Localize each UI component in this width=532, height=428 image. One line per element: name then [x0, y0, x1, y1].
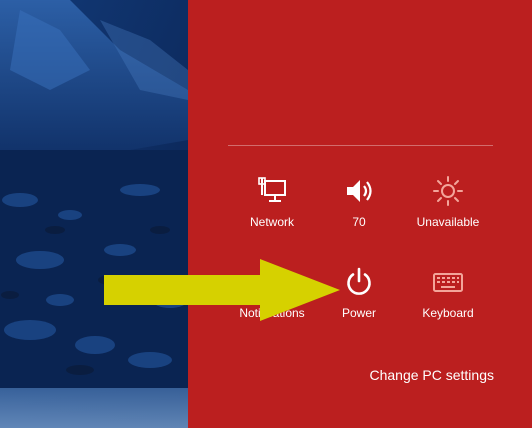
divider: [228, 145, 493, 146]
power-icon: [343, 266, 375, 298]
brightness-tile[interactable]: Unavailable: [403, 175, 493, 235]
network-label: Network: [249, 215, 294, 229]
keyboard-tile[interactable]: Keyboard: [403, 266, 493, 326]
settings-charm-panel: Network 70 Unavailable Power Keyboard Ch…: [188, 0, 532, 428]
desktop-wallpaper: [0, 0, 188, 428]
brightness-label: Unavailable: [416, 215, 480, 229]
taskbar-strip: [0, 388, 188, 428]
volume-label: 70: [352, 215, 366, 229]
yellow-arrow-right-icon: [104, 259, 340, 321]
brightness-sun-icon: [432, 175, 464, 207]
keyboard-label: Keyboard: [422, 306, 474, 320]
network-tile[interactable]: Network: [227, 175, 317, 235]
keyboard-icon: [432, 266, 464, 298]
change-pc-settings-link[interactable]: Change PC settings: [369, 366, 494, 384]
speaker-volume-icon: [343, 175, 375, 207]
network-icon: [256, 175, 288, 207]
volume-tile[interactable]: 70: [314, 175, 404, 235]
